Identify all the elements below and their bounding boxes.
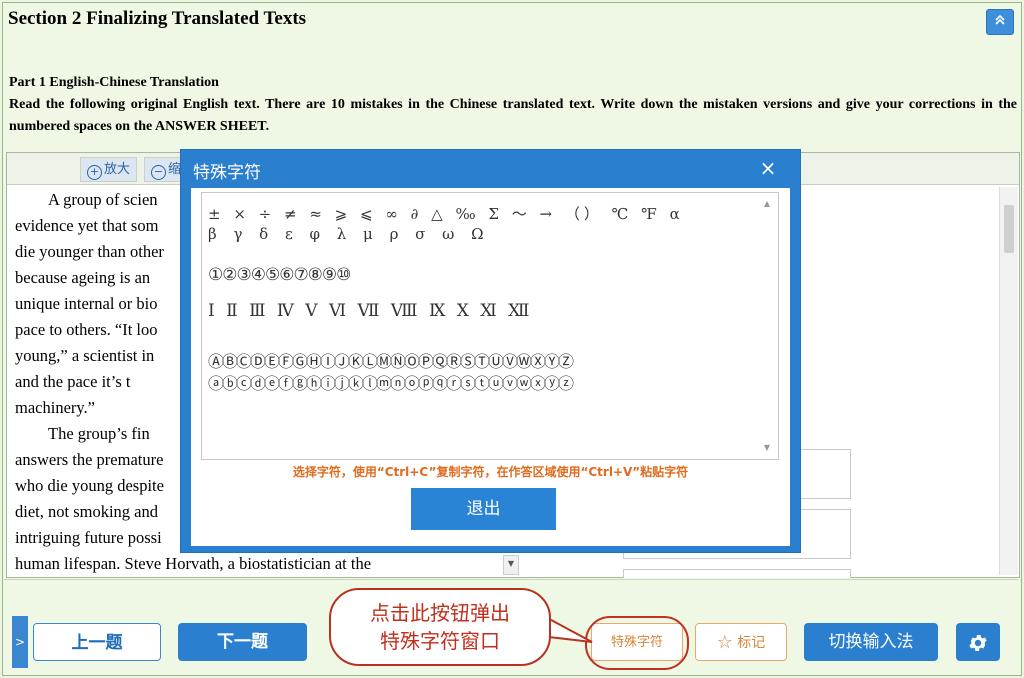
- gear-icon: [969, 635, 987, 651]
- instruction-callout: 点击此按钮弹出 特殊字符窗口: [329, 588, 551, 666]
- dialog-header: 特殊字符 ×: [181, 150, 800, 186]
- scroll-up-arrow[interactable]: ▲: [761, 199, 773, 209]
- section-title: Section 2 Finalizing Translated Texts: [8, 8, 307, 29]
- previous-question-button[interactable]: 上一题: [33, 623, 161, 661]
- character-scrollbar[interactable]: ▲ ▼: [760, 195, 774, 455]
- english-scroll-down-arrow[interactable]: ▼: [503, 555, 519, 575]
- callout-line: 特殊字符窗口: [380, 629, 500, 653]
- part-title: Part 1 English-Chinese Translation: [9, 75, 219, 90]
- character-picker[interactable]: ± × ÷ ≠ ≈ ⩾ ⩽ ∞ ∂ △ ‰ Σ ～ → （） ℃ ℉ α β γ…: [201, 192, 779, 460]
- next-question-button[interactable]: 下一题: [178, 623, 307, 661]
- symbol-row-roman-numerals[interactable]: Ⅰ Ⅱ Ⅲ Ⅳ Ⅴ Ⅵ Ⅶ Ⅷ Ⅸ Ⅹ Ⅺ Ⅻ: [208, 301, 529, 321]
- close-icon[interactable]: ×: [751, 152, 785, 184]
- copy-paste-hint: 选择字符，使用“Ctrl+C”复制字符，在作答区域使用“Ctrl+V”粘贴字符: [292, 465, 689, 479]
- scroll-down-arrow[interactable]: ▼: [761, 443, 773, 453]
- instructions: Read the following original English text…: [9, 97, 1017, 134]
- switch-input-method-button[interactable]: 切换输入法: [804, 623, 938, 661]
- exit-button[interactable]: 退出: [411, 488, 556, 530]
- symbol-row-math[interactable]: ± × ÷ ≠ ≈ ⩾ ⩽ ∞ ∂ △ ‰ Σ ～ → （） ℃ ℉ α: [208, 203, 684, 224]
- zoom-out-label: 缩: [168, 162, 182, 177]
- zoom-in-label: 放大: [104, 162, 131, 177]
- scrollbar-thumb[interactable]: [1004, 205, 1014, 253]
- answer-input[interactable]: [623, 569, 851, 578]
- symbol-row-greek[interactable]: β γ δ ε φ λ μ ρ σ ω Ω: [208, 225, 490, 243]
- plus-icon: +: [87, 165, 102, 180]
- symbol-row-circled-numbers[interactable]: ①②③④⑤⑥⑦⑧⑨⑩: [208, 265, 351, 285]
- reading-scrollbar[interactable]: [999, 187, 1018, 575]
- mark-button[interactable]: ☆ 标记: [695, 623, 787, 661]
- star-icon: ☆: [716, 632, 733, 653]
- callout-line: 点击此按钮弹出: [370, 601, 510, 625]
- settings-button[interactable]: [956, 623, 1000, 661]
- symbol-row-circled-lowercase[interactable]: ⓐⓑⓒⓓⓔⓕⓖⓗⓘⓙⓚⓛⓜⓝⓞⓟⓠⓡⓢⓣⓤⓥⓦⓧⓨⓩ: [208, 370, 574, 394]
- special-characters-dialog: 特殊字符 × ± × ÷ ≠ ≈ ⩾ ⩽ ∞ ∂ △ ‰ Σ ～ → （） ℃ …: [181, 150, 800, 552]
- collapse-button[interactable]: [986, 9, 1014, 35]
- minus-icon: −: [151, 165, 166, 180]
- side-panel-toggle[interactable]: >: [12, 616, 28, 668]
- double-chevron-up-icon: [995, 14, 1005, 25]
- text-line: human lifespan. Steve Horvath, a biostat…: [15, 554, 372, 573]
- dialog-title: 特殊字符: [193, 163, 261, 183]
- zoom-in-button[interactable]: + 放大: [80, 157, 138, 182]
- dialog-body: ± × ÷ ≠ ≈ ⩾ ⩽ ∞ ∂ △ ‰ Σ ～ → （） ℃ ℉ α β γ…: [191, 188, 790, 546]
- symbol-row-circled-uppercase[interactable]: ⒶⒷⒸⒹⒺⒻⒼⒽⒾⒿⓀⓁⓂⓃⓄⓅⓆⓇⓈⓉⓊⓋⓌⓍⓎⓏ: [208, 348, 574, 372]
- mark-label: 标记: [737, 635, 766, 651]
- highlight-ring: [585, 616, 689, 670]
